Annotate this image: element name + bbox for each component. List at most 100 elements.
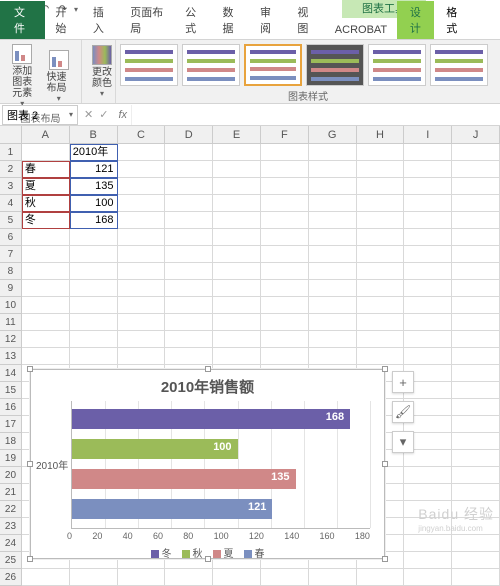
cell[interactable] — [404, 246, 452, 263]
cell[interactable] — [357, 569, 405, 586]
cell[interactable] — [118, 331, 166, 348]
cell[interactable] — [309, 263, 357, 280]
cell[interactable] — [261, 263, 309, 280]
cell[interactable] — [165, 263, 213, 280]
tab-review[interactable]: 审阅 — [250, 1, 287, 39]
cell[interactable] — [22, 144, 70, 161]
cell[interactable] — [165, 280, 213, 297]
tab-insert[interactable]: 插入 — [83, 1, 120, 39]
cell[interactable] — [357, 246, 405, 263]
column-header[interactable]: D — [165, 126, 213, 143]
cell[interactable] — [118, 144, 166, 161]
name-box[interactable]: 图表 2 ▾ — [2, 105, 78, 125]
column-header[interactable]: I — [404, 126, 452, 143]
cell[interactable] — [165, 144, 213, 161]
cell[interactable] — [452, 280, 500, 297]
cell[interactable]: 168 — [70, 212, 118, 229]
cell[interactable] — [357, 195, 405, 212]
cell[interactable] — [261, 212, 309, 229]
cell[interactable] — [452, 212, 500, 229]
tab-page-layout[interactable]: 页面布局 — [120, 1, 175, 39]
cell[interactable] — [165, 246, 213, 263]
tab-home[interactable]: 开始 — [45, 1, 82, 39]
cell[interactable] — [404, 484, 452, 501]
row-header[interactable]: 14 — [0, 365, 22, 382]
cell[interactable] — [452, 484, 500, 501]
cell[interactable] — [404, 348, 452, 365]
cell[interactable] — [22, 263, 70, 280]
cell[interactable] — [357, 144, 405, 161]
cell[interactable] — [452, 535, 500, 552]
cell[interactable] — [452, 365, 500, 382]
cell[interactable] — [70, 331, 118, 348]
row-header[interactable]: 12 — [0, 331, 22, 348]
chart-bar[interactable]: 135 — [72, 469, 296, 489]
cell[interactable] — [70, 348, 118, 365]
cell[interactable] — [452, 263, 500, 280]
cell[interactable] — [309, 314, 357, 331]
cell[interactable] — [404, 229, 452, 246]
cell[interactable] — [452, 467, 500, 484]
tab-chart-format[interactable]: 格式 — [434, 1, 470, 39]
cell[interactable] — [261, 348, 309, 365]
cell[interactable] — [261, 331, 309, 348]
cell[interactable] — [357, 331, 405, 348]
cell[interactable] — [22, 246, 70, 263]
chart-filters-button[interactable]: ▾ — [392, 431, 414, 453]
cell[interactable] — [404, 297, 452, 314]
cell[interactable] — [165, 348, 213, 365]
cell[interactable] — [118, 246, 166, 263]
cell[interactable] — [404, 569, 452, 586]
cell[interactable] — [309, 178, 357, 195]
row-header[interactable]: 23 — [0, 518, 22, 535]
legend-item[interactable]: 冬 — [151, 545, 172, 560]
tab-acrobat[interactable]: ACROBAT — [325, 21, 397, 39]
cell[interactable] — [165, 229, 213, 246]
column-header[interactable]: F — [261, 126, 309, 143]
cell[interactable] — [357, 161, 405, 178]
quick-layout-button[interactable]: 快速布局 ▾ — [41, 42, 78, 110]
cell[interactable] — [357, 212, 405, 229]
cell[interactable] — [261, 229, 309, 246]
cell[interactable] — [261, 569, 309, 586]
cell[interactable] — [165, 569, 213, 586]
cell[interactable] — [261, 297, 309, 314]
cell[interactable] — [118, 178, 166, 195]
cell[interactable] — [261, 144, 309, 161]
cell[interactable] — [213, 161, 261, 178]
cell[interactable] — [213, 178, 261, 195]
cell[interactable] — [309, 144, 357, 161]
cell[interactable] — [261, 161, 309, 178]
cell[interactable] — [118, 280, 166, 297]
cell[interactable] — [404, 552, 452, 569]
cell[interactable] — [213, 569, 261, 586]
accept-formula-icon[interactable]: ✓ — [99, 108, 108, 121]
cell[interactable] — [404, 161, 452, 178]
cell[interactable] — [261, 195, 309, 212]
chart-style-5[interactable] — [368, 44, 426, 86]
cell[interactable] — [452, 246, 500, 263]
row-header[interactable]: 18 — [0, 433, 22, 450]
cell[interactable] — [213, 212, 261, 229]
cell[interactable] — [357, 297, 405, 314]
cell[interactable] — [404, 178, 452, 195]
cell[interactable] — [452, 144, 500, 161]
row-header[interactable]: 8 — [0, 263, 22, 280]
cell[interactable] — [452, 416, 500, 433]
chart-style-4[interactable] — [306, 44, 364, 86]
cell[interactable]: 春 — [22, 161, 70, 178]
column-header[interactable]: A — [22, 126, 70, 143]
cell[interactable] — [452, 552, 500, 569]
cell[interactable] — [118, 297, 166, 314]
cell[interactable] — [404, 212, 452, 229]
cell[interactable]: 夏 — [22, 178, 70, 195]
cell[interactable] — [213, 246, 261, 263]
row-header[interactable]: 25 — [0, 552, 22, 569]
cell[interactable]: 100 — [70, 195, 118, 212]
cell[interactable] — [165, 314, 213, 331]
cell[interactable]: 2010年 — [70, 144, 118, 161]
cell[interactable] — [452, 348, 500, 365]
cell[interactable] — [404, 280, 452, 297]
row-header[interactable]: 7 — [0, 246, 22, 263]
row-header[interactable]: 19 — [0, 450, 22, 467]
